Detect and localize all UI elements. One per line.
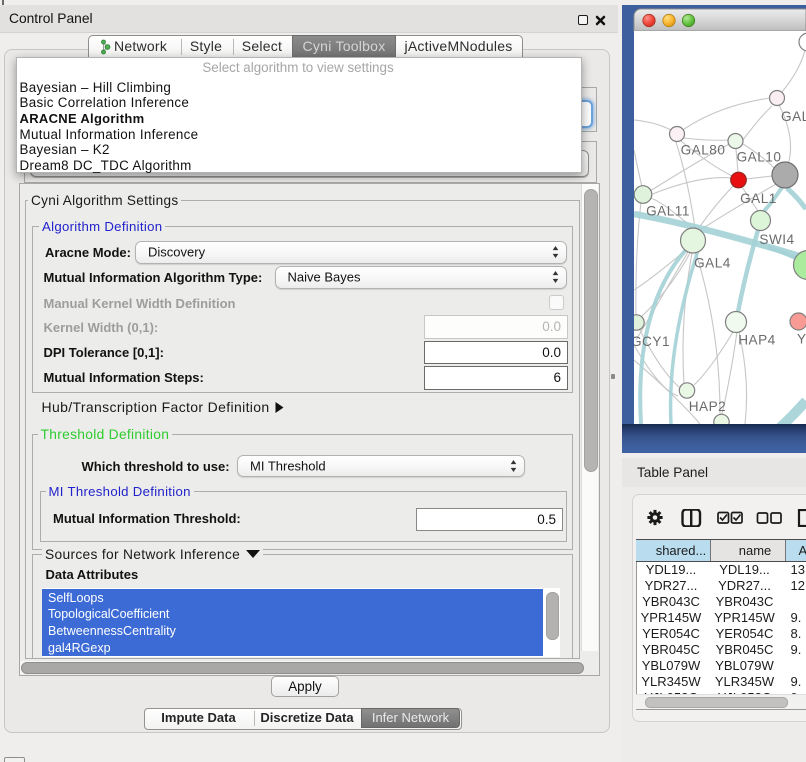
svg-text:GAL11: GAL11 <box>646 204 690 219</box>
svg-text:GAL1: GAL1 <box>740 191 777 206</box>
svg-text:GAL80: GAL80 <box>681 143 726 158</box>
svg-text:GAL10: GAL10 <box>737 150 782 165</box>
svg-text:GAL4: GAL4 <box>694 256 731 271</box>
svg-text:SWI4: SWI4 <box>759 232 794 247</box>
svg-text:YJ: YJ <box>797 332 806 347</box>
svg-text:HAP4: HAP4 <box>738 333 776 348</box>
svg-text:HAP2: HAP2 <box>689 399 727 414</box>
svg-text:GCY1: GCY1 <box>631 334 670 349</box>
svg-text:GAL7: GAL7 <box>781 109 806 124</box>
